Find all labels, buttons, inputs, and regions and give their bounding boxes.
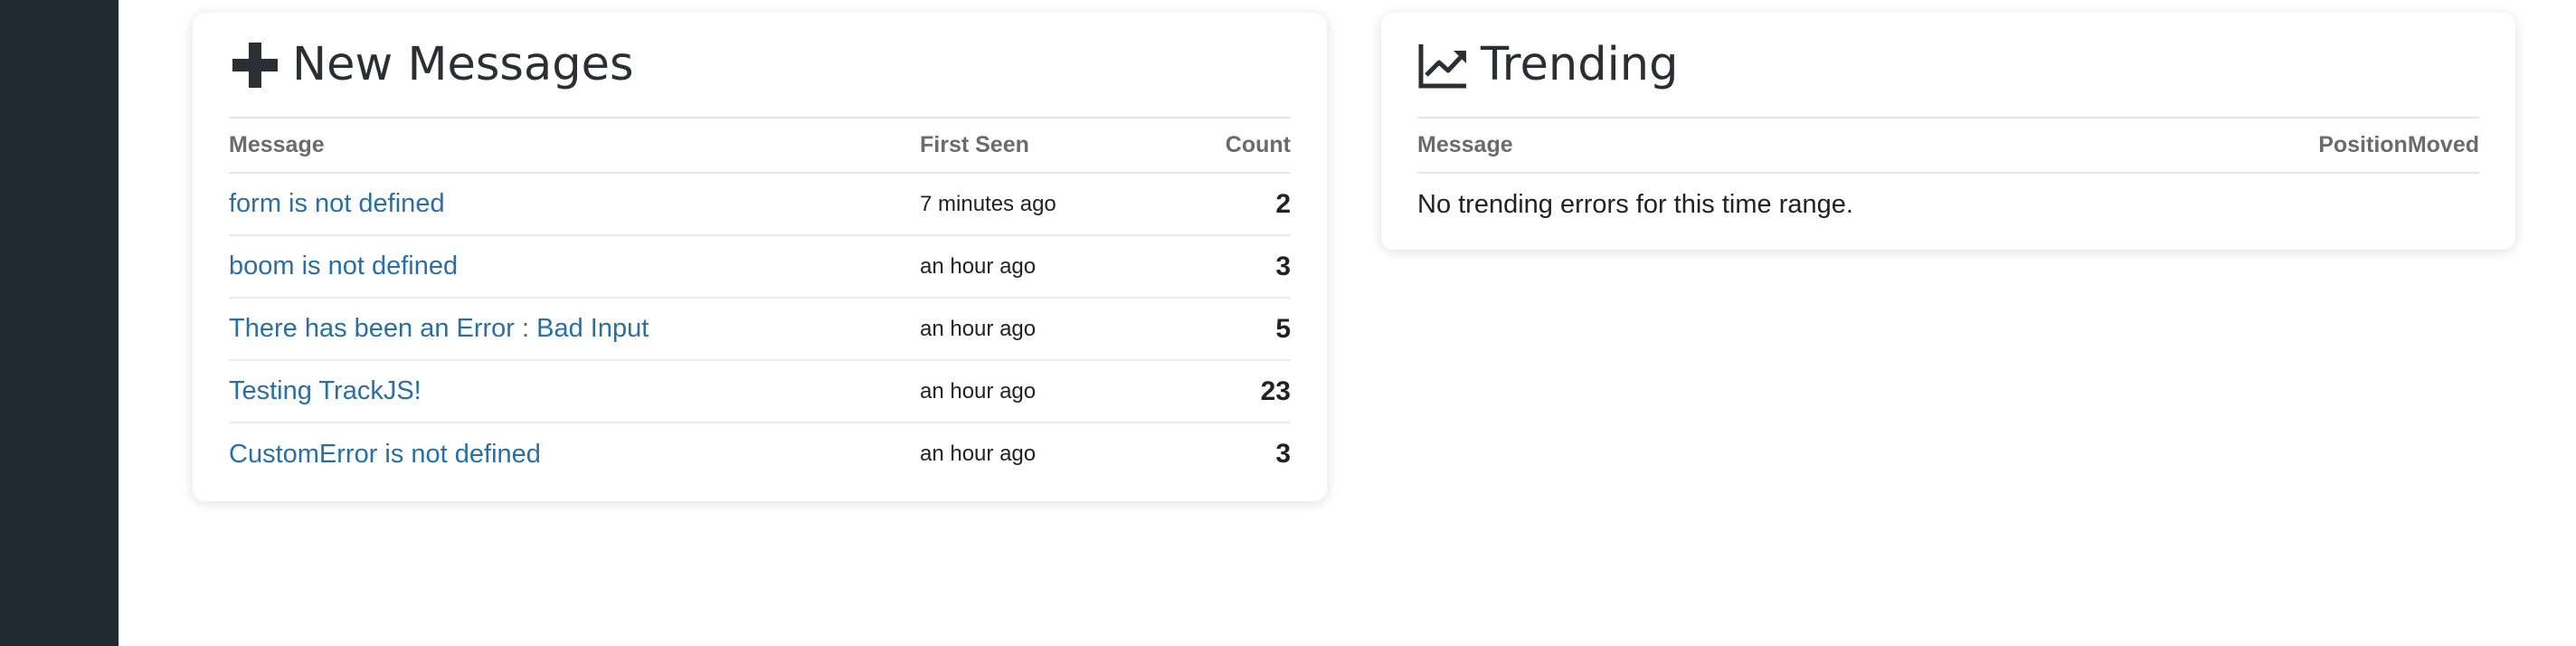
table-header-row: Message First Seen Count bbox=[229, 119, 1291, 174]
message-count: 2 bbox=[1101, 173, 1291, 236]
new-messages-table: Message First Seen Count form is not def… bbox=[229, 119, 1291, 485]
first-seen: an hour ago bbox=[920, 442, 1037, 466]
message-link[interactable]: Testing TrackJS! bbox=[229, 376, 421, 405]
column-header-count[interactable]: Count bbox=[1101, 119, 1291, 174]
sidebar bbox=[0, 0, 118, 646]
trending-title-text: Trending bbox=[1481, 38, 1679, 91]
trending-title: Trending bbox=[1417, 13, 2479, 119]
first-seen: an hour ago bbox=[920, 235, 1101, 299]
empty-state-text: No trending errors for this time range. bbox=[1417, 189, 1853, 219]
column-header-moved[interactable]: Moved bbox=[2407, 119, 2479, 174]
table-row: No trending errors for this time range. bbox=[1417, 173, 2479, 235]
message-link[interactable]: boom is not defined bbox=[229, 252, 458, 280]
message-count: 3 bbox=[1101, 235, 1291, 299]
first-seen: an hour ago bbox=[920, 298, 1101, 361]
first-seen: an hour ago bbox=[920, 360, 1101, 423]
message-count: 3 bbox=[1275, 439, 1291, 469]
table-row: form is not defined 7 minutes ago 2 bbox=[229, 173, 1291, 236]
column-header-message[interactable]: Message bbox=[1417, 119, 2242, 174]
message-link[interactable]: CustomError is not defined bbox=[229, 440, 541, 469]
table-row: boom is not defined an hour ago 3 bbox=[229, 235, 1291, 299]
message-count: 5 bbox=[1101, 298, 1291, 361]
table-row: CustomError is not defined an hour ago 3 bbox=[229, 423, 1291, 485]
column-header-message[interactable]: Message bbox=[229, 119, 920, 174]
message-link[interactable]: There has been an Error : Bad Input bbox=[229, 314, 649, 343]
new-messages-card: New Messages Message First Seen Count fo… bbox=[193, 13, 1327, 501]
table-row: There has been an Error : Bad Input an h… bbox=[229, 298, 1291, 361]
new-messages-title-text: New Messages bbox=[292, 38, 634, 91]
trending-table: Message Position Moved No trending error… bbox=[1417, 119, 2479, 235]
trending-card: Trending Message Position Moved No trend… bbox=[1381, 13, 2515, 250]
message-count: 23 bbox=[1101, 360, 1291, 423]
column-header-first-seen[interactable]: First Seen bbox=[920, 119, 1101, 174]
message-link[interactable]: form is not defined bbox=[229, 189, 445, 218]
column-header-position[interactable]: Position bbox=[2241, 119, 2408, 174]
first-seen: 7 minutes ago bbox=[920, 173, 1101, 236]
table-header-row: Message Position Moved bbox=[1417, 119, 2479, 174]
line-chart-icon bbox=[1417, 39, 1470, 91]
table-row: Testing TrackJS! an hour ago 23 bbox=[229, 360, 1291, 423]
plus-icon bbox=[229, 39, 281, 91]
new-messages-title: New Messages bbox=[229, 13, 1291, 119]
